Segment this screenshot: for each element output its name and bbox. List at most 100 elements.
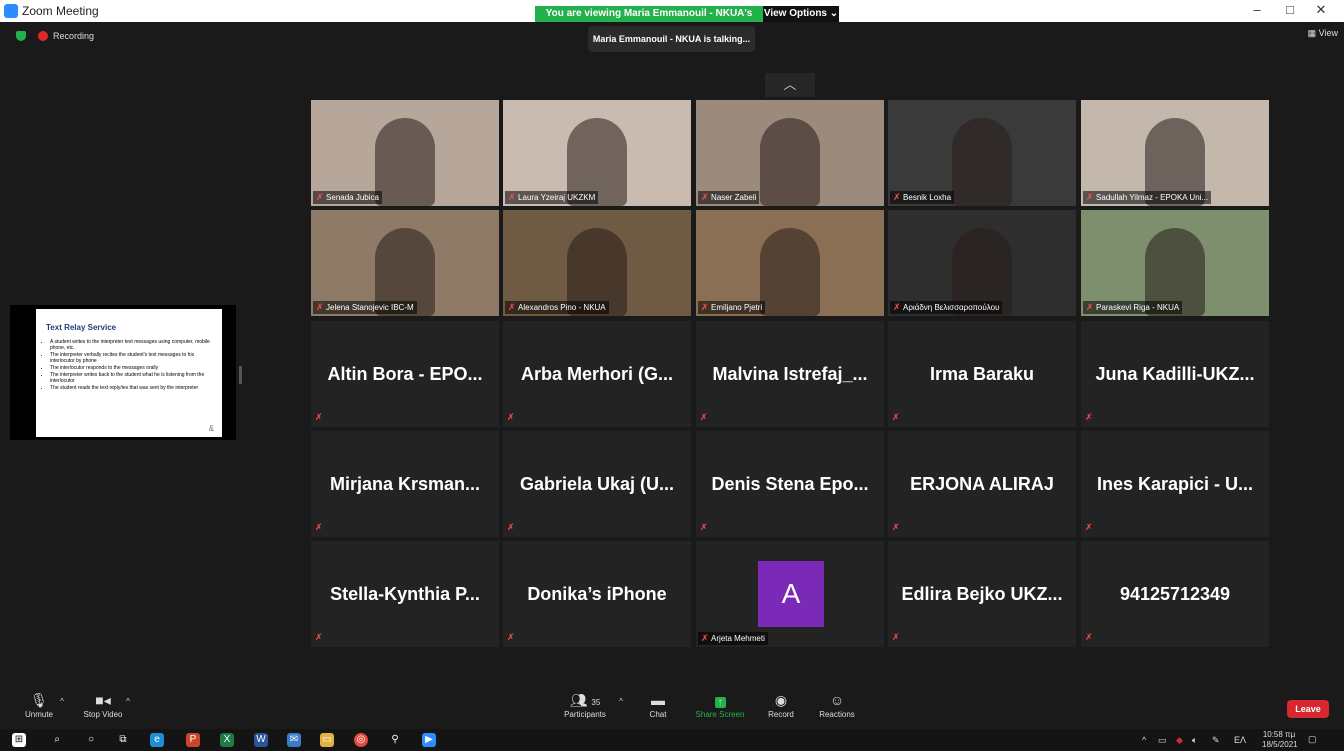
participant-name: 94125712349 xyxy=(1119,584,1231,604)
participant-tile[interactable]: 94125712349 ✗ xyxy=(1081,541,1269,647)
record-button[interactable]: ◉ Record xyxy=(751,690,811,719)
minimize-button[interactable]: – xyxy=(1242,2,1272,17)
participant-tile[interactable]: Donika’s iPhone ✗ xyxy=(503,541,691,647)
participant-name: Donika’s iPhone xyxy=(527,584,667,604)
edge-browser-icon[interactable]: e xyxy=(150,733,164,747)
participant-tile[interactable]: ✗ Besnik Loxha xyxy=(888,100,1076,206)
participant-name-label: ✗ Naser Zabeli xyxy=(698,191,760,204)
participant-tile[interactable]: Gabriela Ukaj (U... ✗ xyxy=(503,431,691,537)
muted-mic-icon: ✗ xyxy=(316,192,327,202)
mail-icon[interactable]: ✉ xyxy=(287,733,301,747)
participant-name: Mirjana Krsman... xyxy=(329,474,481,494)
tray-chevron-icon[interactable]: ^ xyxy=(1142,735,1146,745)
task-view-icon[interactable]: ⧉ xyxy=(116,733,130,747)
participant-name-label: ✗ Sadullah Yilmaz - EPOKA Uni... xyxy=(1083,191,1212,204)
cortana-icon[interactable]: ○ xyxy=(84,733,98,747)
record-label: Record xyxy=(768,710,794,719)
participant-tile[interactable]: ✗ Αριάδνη Βελισσαροπούλου xyxy=(888,210,1076,316)
shared-screen-thumbnail[interactable]: Text Relay Service A student writes to t… xyxy=(10,305,236,440)
chat-label: Chat xyxy=(649,710,667,719)
viewing-banner: You are viewing Maria Emmanouil - NKUA's… xyxy=(535,6,839,35)
participant-name-label: ✗ Senada Jubica xyxy=(313,191,382,204)
participant-tile[interactable]: Mirjana Krsman... ✗ xyxy=(311,431,499,537)
search-icon[interactable]: ⌕ xyxy=(50,733,64,747)
splitter-handle[interactable] xyxy=(239,366,242,384)
file-explorer-icon[interactable]: ▭ xyxy=(320,733,334,747)
participant-name: Alexandros Pino - NKUA xyxy=(518,303,606,312)
participant-tile[interactable]: ✗ Paraskevi Riga - NKUA xyxy=(1081,210,1269,316)
muted-mic-icon: ✗ xyxy=(701,302,712,312)
collapse-gallery-button[interactable]: ︿ xyxy=(765,73,815,97)
participant-tile[interactable]: ✗ Alexandros Pino - NKUA xyxy=(503,210,691,316)
powerpoint-icon[interactable]: P xyxy=(186,733,200,747)
participant-tile[interactable]: Denis Stena Epo... ✗ xyxy=(696,431,884,537)
clock[interactable]: 10:58 πμ 18/5/2021 xyxy=(1262,730,1298,750)
excel-icon[interactable]: X xyxy=(220,733,234,747)
chevron-up-icon: ︿ xyxy=(783,77,797,92)
security-shield-icon[interactable] xyxy=(16,31,26,41)
participant-video xyxy=(375,118,435,206)
volume-icon[interactable]: 🔈︎ xyxy=(1192,735,1197,746)
participant-name: Senada Jubica xyxy=(326,193,379,202)
leave-button[interactable]: Leave xyxy=(1287,700,1329,718)
participant-tile[interactable]: ✗ Laura Yzeiraj UKZKM xyxy=(503,100,691,206)
participant-name-label: ✗ Alexandros Pino - NKUA xyxy=(505,301,609,314)
participant-name-label: ✗ Besnik Loxha xyxy=(890,191,955,204)
chrome-icon[interactable]: ◎ xyxy=(354,733,368,747)
slide-bullet: The student reads the text reply/ies tha… xyxy=(50,385,218,391)
muted-mic-icon: ✗ xyxy=(892,522,900,532)
clock-date: 18/5/2021 xyxy=(1262,740,1298,749)
zoom-taskbar-icon[interactable]: ▶ xyxy=(422,733,436,747)
participant-tile[interactable]: ERJONA ALIRAJ ✗ xyxy=(888,431,1076,537)
recording-icon xyxy=(38,31,48,41)
participant-tile[interactable]: Ines Karapici - U... ✗ xyxy=(1081,431,1269,537)
notifications-icon[interactable]: ▢ xyxy=(1308,734,1317,745)
participant-tile[interactable]: A ✗ Arjeta Mehmeti xyxy=(696,541,884,647)
view-button[interactable]: ▦ View xyxy=(1308,28,1338,39)
close-button[interactable]: ✕ xyxy=(1306,2,1336,18)
participant-name: Irma Baraku xyxy=(929,364,1035,384)
share-screen-button[interactable]: ↑ Share Screen xyxy=(690,690,750,719)
participant-tile[interactable]: Irma Baraku ✗ xyxy=(888,321,1076,427)
participant-tile[interactable]: ✗ Naser Zabeli xyxy=(696,100,884,206)
participant-name: Arba Merhori (G... xyxy=(520,364,673,384)
participant-tile[interactable]: ✗ Emiljano Pjetri xyxy=(696,210,884,316)
participant-name-label: ✗ Paraskevi Riga - NKUA xyxy=(1083,301,1183,314)
participant-video xyxy=(760,118,820,206)
participant-tile[interactable]: Altin Bora - EPO... ✗ xyxy=(311,321,499,427)
muted-mic-icon: ✗ xyxy=(316,302,327,312)
word-icon[interactable]: W xyxy=(254,733,268,747)
muted-mic-icon: ✗ xyxy=(315,632,323,642)
network-icon[interactable]: ▭ xyxy=(1158,735,1167,746)
muted-mic-icon: ✗ xyxy=(507,522,515,532)
participant-tile[interactable]: Arba Merhori (G... ✗ xyxy=(503,321,691,427)
participant-name: Naser Zabeli xyxy=(711,193,757,202)
pen-icon[interactable]: ✎ xyxy=(1212,735,1220,746)
slide-bullet: The interlocutor responds to the message… xyxy=(50,365,218,371)
share-screen-icon: ↑ xyxy=(690,690,750,710)
slide-title: Text Relay Service xyxy=(46,323,117,332)
participant-tile[interactable]: ✗ Jelena Stanojevic IBC-M xyxy=(311,210,499,316)
participant-tile[interactable]: ✗ Senada Jubica xyxy=(311,100,499,206)
muted-mic-icon: ✗ xyxy=(1086,192,1097,202)
video-options-caret[interactable]: ^ xyxy=(98,697,158,706)
security-alert-icon[interactable]: ◆ xyxy=(1176,735,1183,746)
participant-video xyxy=(952,118,1012,206)
participant-tile[interactable]: Malvina Istrefaj_... ✗ xyxy=(696,321,884,427)
muted-mic-icon: ✗ xyxy=(893,192,904,202)
participant-tile[interactable]: Edlira Bejko UKZ... ✗ xyxy=(888,541,1076,647)
chat-button[interactable]: ▬ Chat xyxy=(628,690,688,719)
participant-tile[interactable]: ✗ Sadullah Yilmaz - EPOKA Uni... xyxy=(1081,100,1269,206)
slide-bullet: A student writes to the interpreter text… xyxy=(50,339,218,351)
app-icon[interactable]: ⚲ xyxy=(388,733,402,747)
participant-tile[interactable]: Juna Kadilli-UKZ... ✗ xyxy=(1081,321,1269,427)
recording-label: Recording xyxy=(53,31,95,41)
restore-button[interactable]: □ xyxy=(1275,2,1305,17)
language-indicator[interactable]: EΛ xyxy=(1234,735,1246,745)
participant-avatar: A xyxy=(758,561,824,627)
view-options-button[interactable]: View Options ⌄ xyxy=(763,6,839,22)
participant-name: Jelena Stanojevic IBC-M xyxy=(326,303,414,312)
reactions-button[interactable]: ☺ Reactions xyxy=(807,690,867,719)
participant-tile[interactable]: Stella-Kynthia P... ✗ xyxy=(311,541,499,647)
windows-start-icon[interactable]: ⊞ xyxy=(12,733,26,747)
